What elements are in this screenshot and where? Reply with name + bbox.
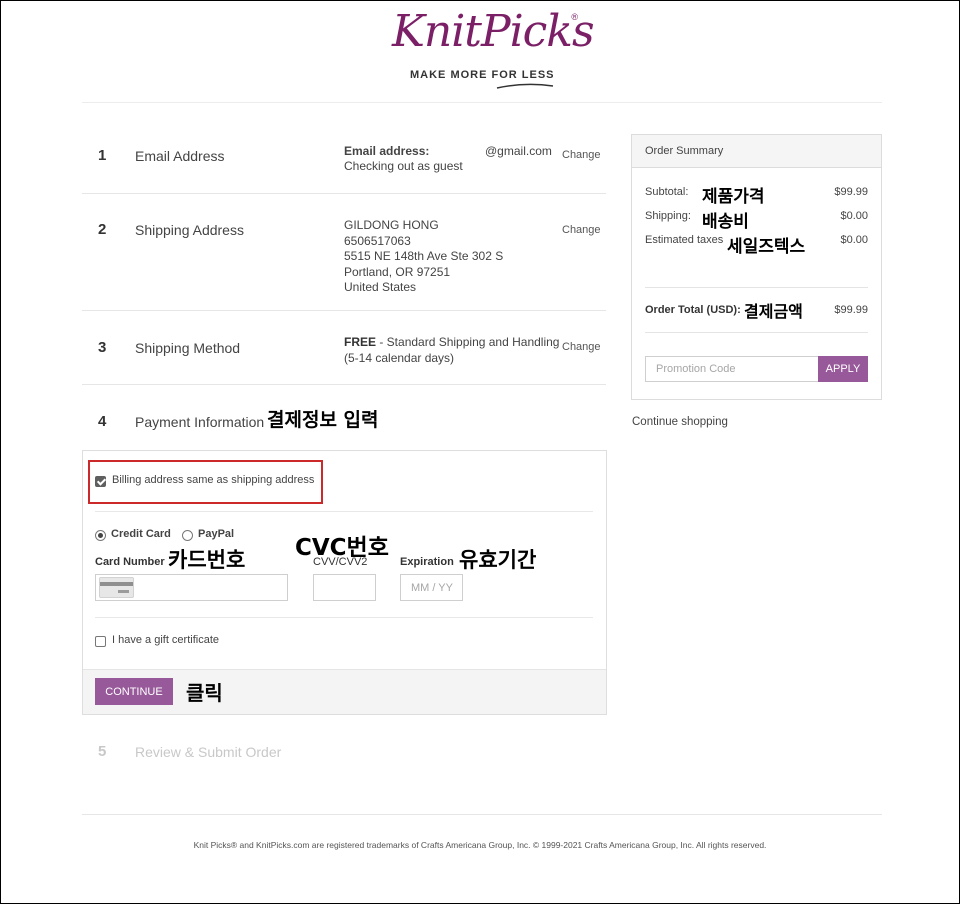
swoosh-icon [496, 83, 554, 89]
subtotal-label: Subtotal: [645, 186, 689, 198]
annotation-card-number: 카드번호 [168, 548, 246, 572]
continue-shopping-link[interactable]: Continue shopping [632, 416, 728, 428]
taxes-label: Estimated taxes [645, 234, 724, 246]
address-phone: 6506517063 [344, 233, 411, 248]
credit-card-icon [99, 577, 134, 598]
logo-wordmark: KnitPicks [392, 6, 595, 57]
knitpicks-logo[interactable]: KnitPicks ® [392, 6, 595, 66]
taxes-value: $0.00 [840, 234, 868, 246]
summary-divider [645, 332, 868, 333]
summary-divider [645, 287, 868, 288]
annotation-total: 결제금액 [744, 302, 803, 321]
step-title: Email Address [135, 148, 225, 164]
paypal-radio[interactable] [182, 530, 193, 541]
header-divider [82, 102, 882, 103]
expiration-label: Expiration [400, 556, 454, 568]
change-email-link[interactable]: Change [562, 149, 601, 161]
shipping-value: $0.00 [840, 210, 868, 222]
tagline: MAKE MORE FOR LESS [410, 69, 555, 81]
step-title: Payment Information [135, 414, 265, 430]
change-address-link[interactable]: Change [562, 224, 601, 236]
subtotal-value: $99.99 [834, 186, 868, 198]
step-shipping-address: 2 Shipping Address GILDONG HONG 65065170… [82, 216, 606, 296]
guest-note: Checking out as guest [344, 159, 463, 173]
step-number: 5 [98, 743, 107, 760]
step-number: 2 [98, 221, 107, 238]
credit-card-label: Credit Card [111, 528, 171, 540]
step-email: 1 Email Address Email address: @gmail.co… [82, 140, 606, 190]
shipping-label: Shipping: [645, 210, 691, 222]
annotation-subtotal: 제품가격 [702, 187, 765, 207]
card-number-label: Card Number [95, 556, 165, 568]
order-total-label: Order Total (USD): [645, 304, 741, 316]
annotation-payment-info: 결제정보 입력 [267, 409, 379, 431]
step-review: 5 Review & Submit Order [82, 738, 606, 768]
address-street: 5515 NE 148th Ave Ste 302 S [344, 249, 504, 263]
logo-registered-mark: ® [571, 12, 578, 22]
annotation-tax: 세일즈텍스 [727, 237, 806, 257]
step-title: Review & Submit Order [135, 744, 282, 760]
payment-divider [95, 617, 593, 618]
payment-divider [95, 511, 593, 512]
continue-button[interactable]: CONTINUE [95, 678, 173, 705]
email-label: Email address: [344, 144, 430, 158]
expiration-input[interactable] [400, 574, 463, 601]
shipping-days: (5-14 calendar days) [344, 350, 455, 365]
address-city: Portland, OR 97251 [344, 264, 451, 279]
billing-same-checkbox[interactable] [95, 476, 106, 487]
annotation-expiration: 유효기간 [459, 548, 537, 572]
annotation-shipping: 배송비 [702, 212, 749, 232]
credit-card-radio[interactable] [95, 530, 106, 541]
step-number: 3 [98, 339, 107, 356]
apply-promo-button[interactable]: APPLY [818, 356, 868, 382]
email-value: @gmail.com [485, 144, 552, 158]
copyright-text: Knit Picks® and KnitPicks.com are regist… [193, 840, 767, 850]
paypal-label: PayPal [198, 528, 235, 540]
change-shipping-link[interactable]: Change [562, 341, 601, 353]
annotation-click: 클릭 [186, 681, 223, 705]
address-country: United States [344, 280, 417, 294]
annotation-cvc: CVC번호 [295, 535, 389, 561]
step-shipping-method: 3 Shipping Method FREE - Standard Shippi… [82, 334, 606, 374]
promotion-code-input[interactable] [645, 356, 819, 382]
footer-divider [82, 814, 882, 815]
order-total-value: $99.99 [834, 304, 868, 316]
step-number: 4 [98, 413, 107, 430]
step-title: Shipping Address [135, 222, 244, 238]
shipping-method-desc: - Standard Shipping and Handling [376, 335, 560, 349]
step-number: 1 [98, 147, 107, 164]
address-name: GILDONG HONG [344, 218, 439, 232]
step-title: Shipping Method [135, 340, 241, 356]
shipping-method-text: FREE - Standard Shipping and Handling [344, 335, 559, 351]
gift-certificate-checkbox[interactable] [95, 636, 106, 647]
step-divider [82, 384, 606, 385]
billing-same-label: Billing address same as shipping address [112, 474, 315, 486]
cvv-input[interactable] [313, 574, 376, 601]
order-summary-title: Order Summary [645, 145, 724, 157]
step-divider [82, 193, 606, 194]
step-divider [82, 310, 606, 311]
gift-certificate-label: I have a gift certificate [112, 634, 219, 646]
shipping-free-label: FREE [344, 335, 377, 349]
